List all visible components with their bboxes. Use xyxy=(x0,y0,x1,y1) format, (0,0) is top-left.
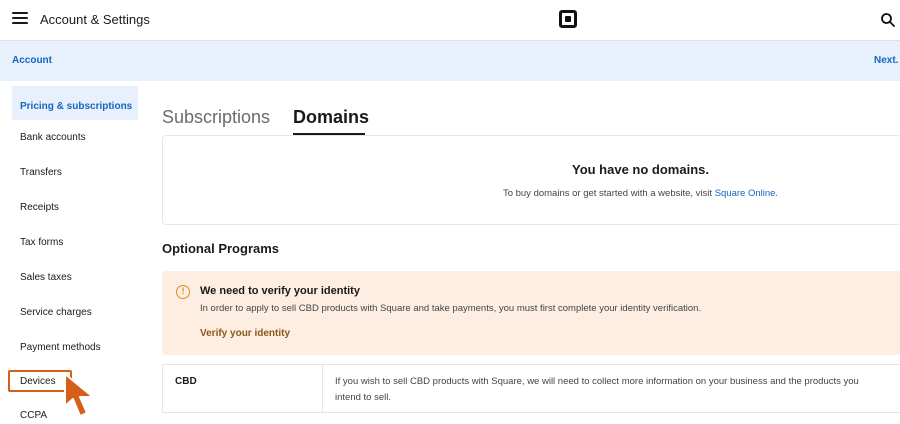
main-content: Subscriptions Domains You have no domain… xyxy=(150,81,900,424)
tab-domains[interactable]: Domains xyxy=(293,107,369,128)
warning-body: In order to apply to sell CBD products w… xyxy=(200,303,702,314)
optional-programs-heading: Optional Programs xyxy=(162,241,280,256)
domains-card: You have no domains. To buy domains or g… xyxy=(162,135,900,225)
search-icon[interactable] xyxy=(880,12,896,28)
top-bar: Account & Settings xyxy=(0,0,900,40)
app-title: Account & Settings xyxy=(40,12,150,27)
warning-title: We need to verify your identity xyxy=(200,285,360,297)
verify-identity-link[interactable]: Verify your identity xyxy=(200,328,290,339)
cbd-description: If you wish to sell CBD products with Sq… xyxy=(335,376,859,403)
hamburger-menu-icon[interactable] xyxy=(12,12,28,26)
sidebar-item-receipts[interactable]: Receipts xyxy=(20,202,59,213)
cbd-label: CBD xyxy=(175,376,197,387)
table-divider xyxy=(322,365,323,412)
breadcrumb-account[interactable]: Account xyxy=(12,55,52,66)
square-online-link[interactable]: Square Online xyxy=(715,188,776,199)
no-domains-text-prefix: To buy domains or get started with a web… xyxy=(502,188,715,199)
pointer-arrow-icon xyxy=(64,373,94,417)
sidebar-item-payment-methods[interactable]: Payment methods xyxy=(20,342,101,353)
breadcrumb-bar: Account Next. xyxy=(0,40,900,81)
no-domains-title: You have no domains. xyxy=(571,162,709,177)
sidebar-item-transfers[interactable]: Transfers xyxy=(20,167,62,178)
no-domains-text: To buy domains or get started with a web… xyxy=(163,188,900,199)
no-domains-text-suffix: . xyxy=(775,188,779,199)
sidebar-item-sales-taxes[interactable]: Sales taxes xyxy=(20,272,72,283)
sidebar-item-pricing-subscriptions[interactable]: Pricing & subscriptions xyxy=(12,86,138,120)
sidebar-item-tax-forms[interactable]: Tax forms xyxy=(20,237,63,248)
cbd-program-row: CBD If you wish to sell CBD products wit… xyxy=(162,364,900,413)
verify-identity-banner: ! We need to verify your identity In ord… xyxy=(162,271,900,355)
sidebar-item-service-charges[interactable]: Service charges xyxy=(20,307,92,318)
sidebar-item-ccpa[interactable]: CCPA xyxy=(20,410,47,421)
sidebar-item-bank-accounts[interactable]: Bank accounts xyxy=(20,132,86,143)
square-logo-icon[interactable] xyxy=(559,10,577,28)
tab-subscriptions[interactable]: Subscriptions xyxy=(162,107,270,128)
warning-icon: ! xyxy=(176,285,190,299)
breadcrumb-next[interactable]: Next. xyxy=(874,55,898,66)
